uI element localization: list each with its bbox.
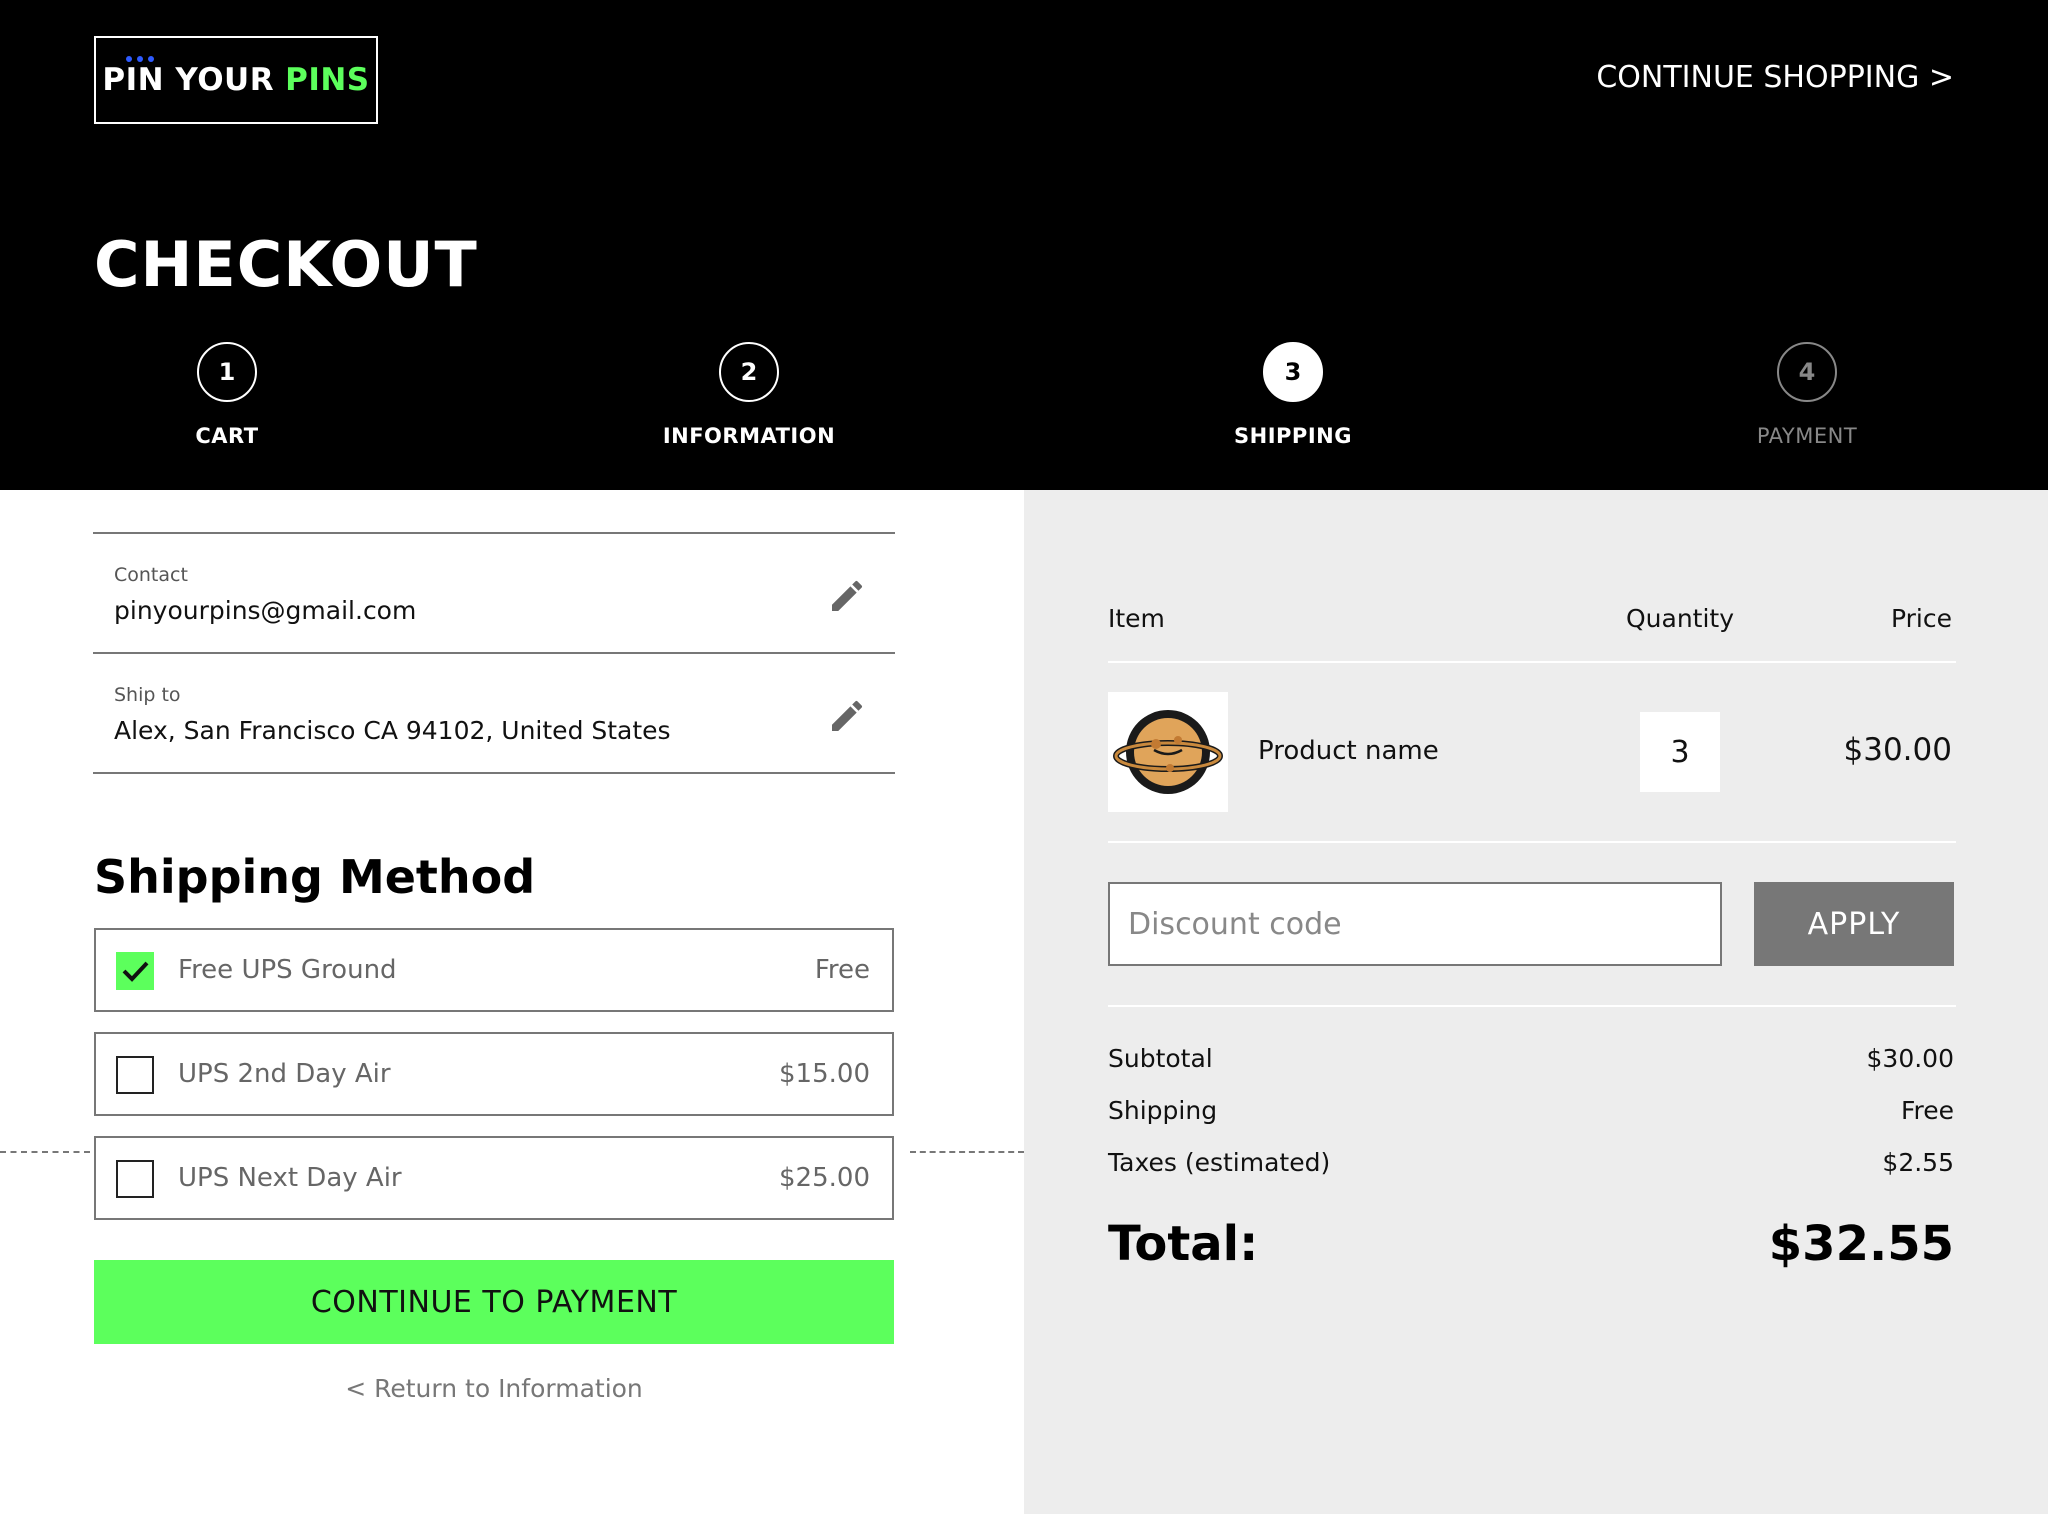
brand-word-2: PINS (285, 62, 370, 98)
step-number: 3 (1263, 342, 1323, 402)
planet-pin-icon (1113, 710, 1223, 794)
shipping-option-ups-2nd-day[interactable]: UPS 2nd Day Air $15.00 (94, 1032, 894, 1116)
continue-to-payment-button[interactable]: CONTINUE TO PAYMENT (94, 1260, 894, 1344)
logo-dots (126, 56, 154, 62)
shipping-option-ups-ground[interactable]: Free UPS Ground Free (94, 928, 894, 1012)
column-header-price: Price (1891, 604, 1952, 633)
contact-label: Contact (114, 564, 188, 586)
shipping-cost-value: Free (1900, 1096, 1954, 1125)
total-label: Total: (1108, 1216, 1259, 1272)
summary-divider (1108, 841, 1956, 843)
subtotal-label: Subtotal (1108, 1044, 1213, 1073)
step-cart[interactable]: 1 CART (97, 342, 357, 448)
shipping-cost-row: Shipping Free (1108, 1096, 1954, 1125)
shipping-option-checkbox[interactable] (116, 1160, 154, 1198)
checkout-header: PIN YOUR PINS CONTINUE SHOPPING > CHECKO… (0, 0, 2048, 490)
product-thumbnail (1108, 692, 1228, 812)
subtotal-value: $30.00 (1866, 1044, 1954, 1073)
discount-code-input[interactable] (1108, 882, 1722, 966)
step-payment: 4 PAYMENT (1677, 342, 1937, 448)
step-label: SHIPPING (1234, 424, 1352, 448)
shipping-option-price: $25.00 (779, 1163, 870, 1193)
checkmark-icon (122, 961, 149, 982)
ship-to-label: Ship to (114, 684, 181, 706)
brand-word-1: PIN YOUR (102, 62, 275, 98)
shipping-option-checkbox[interactable] (116, 952, 154, 990)
shipping-option-name: UPS 2nd Day Air (178, 1059, 391, 1089)
apply-discount-button[interactable]: APPLY (1754, 882, 1954, 966)
taxes-value: $2.55 (1882, 1148, 1954, 1177)
total-value: $32.55 (1768, 1216, 1954, 1272)
product-price: $30.00 (1843, 732, 1952, 768)
brand-logo[interactable]: PIN YOUR PINS (94, 36, 378, 124)
shipping-option-price: Free (814, 955, 870, 985)
ship-to-value: Alex, San Francisco CA 94102, United Sta… (114, 716, 671, 745)
total-row: Total: $32.55 (1108, 1216, 1954, 1272)
step-label: PAYMENT (1756, 424, 1858, 448)
quantity-input[interactable]: 3 (1640, 712, 1720, 792)
product-name: Product name (1258, 736, 1439, 766)
page-title: CHECKOUT (94, 228, 478, 301)
subtotal-row: Subtotal $30.00 (1108, 1044, 1954, 1073)
dashed-guide-left (0, 1151, 90, 1153)
taxes-row: Taxes (estimated) $2.55 (1108, 1148, 1954, 1177)
column-header-quantity: Quantity (1626, 604, 1735, 633)
shipping-option-price: $15.00 (779, 1059, 870, 1089)
taxes-label: Taxes (estimated) (1108, 1148, 1331, 1177)
shipping-option-name: UPS Next Day Air (178, 1163, 402, 1193)
shipping-cost-label: Shipping (1108, 1096, 1218, 1125)
order-summary-panel (1024, 490, 2048, 1514)
return-to-information-link[interactable]: < Return to Information (94, 1374, 894, 1403)
step-label: CART (195, 424, 259, 448)
continue-shopping-link[interactable]: CONTINUE SHOPPING > (1596, 60, 1954, 95)
column-header-item: Item (1108, 604, 1165, 633)
edit-contact-pencil-icon[interactable] (827, 576, 867, 616)
summary-divider (1108, 1005, 1956, 1007)
edit-ship-to-pencil-icon[interactable] (827, 696, 867, 736)
shipping-method-title: Shipping Method (94, 850, 536, 904)
step-number: 1 (197, 342, 257, 402)
step-label: INFORMATION (662, 424, 836, 448)
summary-divider (1108, 661, 1956, 663)
contact-row: Contact pinyourpins@gmail.com (93, 534, 895, 654)
dashed-guide-right (910, 1151, 1024, 1153)
shipping-option-ups-next-day[interactable]: UPS Next Day Air $25.00 (94, 1136, 894, 1220)
step-number: 2 (719, 342, 779, 402)
step-number: 4 (1777, 342, 1837, 402)
step-shipping[interactable]: 3 SHIPPING (1163, 342, 1423, 448)
ship-to-row: Ship to Alex, San Francisco CA 94102, Un… (93, 654, 895, 774)
shipping-option-name: Free UPS Ground (178, 955, 397, 985)
shipping-option-checkbox[interactable] (116, 1056, 154, 1094)
contact-value: pinyourpins@gmail.com (114, 596, 417, 625)
step-information[interactable]: 2 INFORMATION (619, 342, 879, 448)
